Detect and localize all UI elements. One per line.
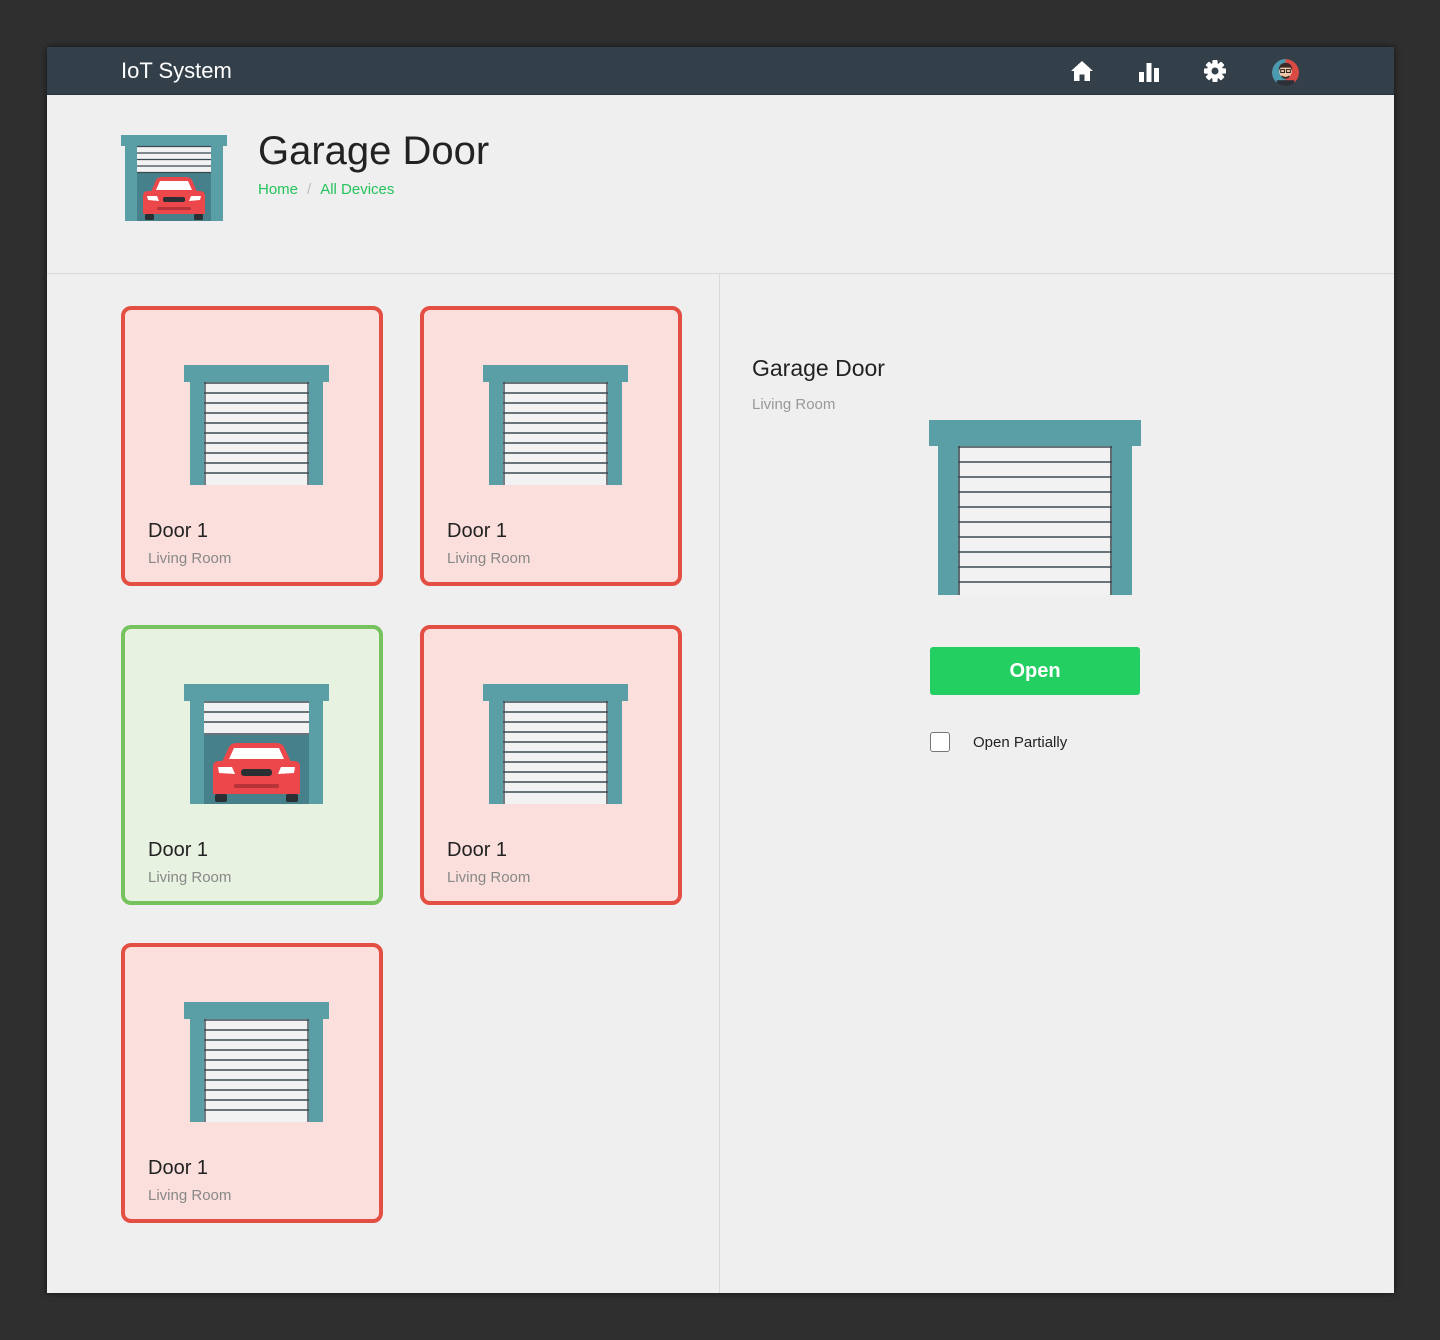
device-name: Door 1 (447, 520, 508, 542)
detail-title: Garage Door (752, 355, 885, 381)
settings-icon[interactable] (1202, 58, 1228, 84)
device-card[interactable]: Door 1 Living Room (121, 306, 383, 586)
device-card[interactable]: Door 1 Living Room (420, 625, 682, 905)
main-content: Door 1 Living Room Door 1 Living Room Do… (47, 274, 1394, 1293)
device-name: Door 1 (447, 839, 508, 861)
device-card[interactable]: Door 1 Living Room (121, 943, 383, 1223)
open-partially-checkbox[interactable] (930, 732, 950, 752)
breadcrumb-home-link[interactable]: Home (258, 181, 298, 198)
detail-room: Living Room (752, 396, 836, 413)
breadcrumb-all-devices-link[interactable]: All Devices (320, 181, 394, 198)
open-button[interactable]: Open (930, 647, 1140, 695)
stats-icon[interactable] (1136, 58, 1162, 84)
app-window: IoT System Garage Door Home / All Device… (47, 47, 1394, 1293)
device-card[interactable]: Door 1 Living Room (420, 306, 682, 586)
garage-door-closed-icon (483, 684, 628, 804)
device-room: Living Room (148, 550, 232, 567)
garage-door-car-icon (121, 135, 227, 221)
device-room: Living Room (447, 550, 531, 567)
breadcrumb-separator: / (307, 181, 312, 198)
device-room: Living Room (148, 1187, 232, 1204)
garage-door-closed-icon (184, 365, 329, 485)
device-name: Door 1 (148, 520, 209, 542)
device-grid: Door 1 Living Room Door 1 Living Room Do… (47, 274, 720, 1293)
device-room: Living Room (148, 869, 232, 886)
garage-door-open-car-icon (184, 684, 329, 804)
app-title: IoT System (121, 58, 232, 83)
home-icon[interactable] (1069, 58, 1095, 84)
breadcrumb: Home / All Devices (258, 181, 394, 198)
garage-door-closed-icon (184, 1002, 329, 1122)
device-name: Door 1 (148, 839, 209, 861)
garage-door-closed-icon (483, 365, 628, 485)
garage-door-closed-icon (929, 420, 1141, 595)
device-room: Living Room (447, 869, 531, 886)
device-name: Door 1 (148, 1157, 209, 1179)
page-header: Garage Door Home / All Devices (47, 95, 1394, 274)
user-avatar[interactable] (1272, 59, 1299, 86)
device-card-open[interactable]: Door 1 Living Room (121, 625, 383, 905)
open-partially-label[interactable]: Open Partially (973, 734, 1067, 751)
page-title: Garage Door (258, 129, 490, 173)
top-bar: IoT System (47, 47, 1394, 95)
